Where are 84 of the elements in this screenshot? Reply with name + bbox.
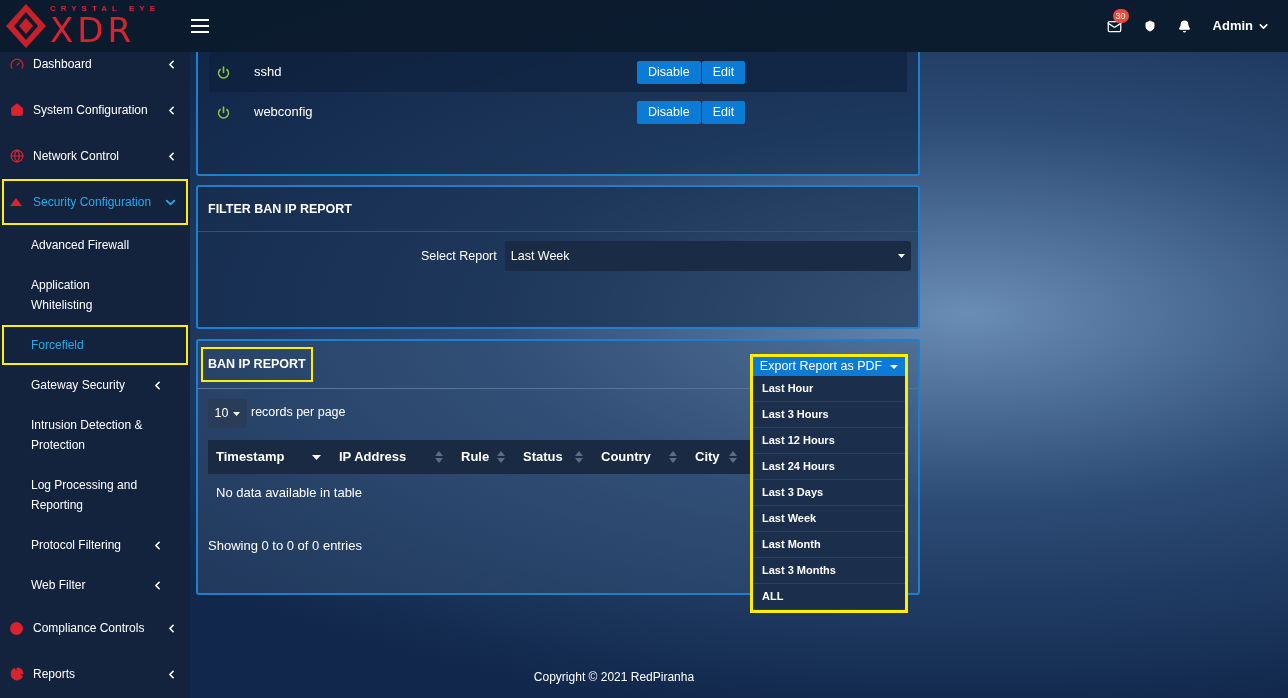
user-menu[interactable]: Admin: [1212, 16, 1270, 36]
service-name: webconfig: [254, 103, 314, 122]
dropdown-option[interactable]: Last 12 Hours: [753, 428, 905, 454]
notification-badge: 30: [1112, 8, 1129, 23]
sidebar-item[interactable]: Intrusion Detection & Protection: [2, 405, 188, 465]
sidebar-item[interactable]: Protocol Filtering: [2, 525, 188, 565]
sidebar-item[interactable]: Network Control: [2, 133, 188, 179]
mail-icon[interactable]: [1106, 18, 1122, 34]
column-header[interactable]: Country: [593, 447, 687, 467]
sidebar-item[interactable]: System Configuration: [2, 87, 188, 133]
triangle-icon: [10, 198, 22, 206]
power-icon[interactable]: [217, 65, 230, 79]
sidebar-label: Gateway Security: [31, 377, 127, 394]
service-name: sshd: [254, 63, 283, 82]
sidebar-label: Intrusion Detection & Protection: [31, 417, 144, 454]
home-icon: [10, 103, 24, 117]
column-header[interactable]: Timestamp: [208, 447, 331, 467]
dropdown-option[interactable]: Last 24 Hours: [753, 454, 905, 480]
export-button[interactable]: Export Report as PDF: [753, 357, 905, 376]
sidebar-label: Application Whitelisting: [31, 277, 94, 314]
sidebar-label: System Configuration: [33, 102, 149, 119]
sidebar-item[interactable]: Forcefield: [2, 325, 188, 365]
dropdown-option[interactable]: Last Hour: [753, 376, 905, 402]
service-button[interactable]: Disable: [637, 60, 701, 84]
gauge-icon: [10, 57, 24, 71]
sidebar-label: Network Control: [33, 148, 121, 165]
sidebar-item[interactable]: Gateway Security: [2, 365, 188, 405]
sidebar-label: Protocol Filtering: [31, 537, 123, 554]
sort-icon[interactable]: [497, 451, 505, 463]
logo-wordmark: XDR: [50, 13, 136, 47]
dropdown-option[interactable]: Last 3 Days: [753, 480, 905, 506]
sidebar-item[interactable]: Web Filter: [2, 565, 188, 605]
sidebar-item[interactable]: Log Processing and Reporting: [2, 465, 188, 525]
shield-icon[interactable]: [1143, 20, 1156, 32]
service-button[interactable]: Edit: [701, 60, 746, 84]
column-header[interactable]: City: [687, 447, 747, 467]
column-header[interactable]: IP Address: [331, 447, 453, 467]
caret-icon: [890, 364, 899, 369]
menu-icon[interactable]: [191, 19, 209, 33]
dropdown-option[interactable]: Last 3 Months: [753, 558, 905, 584]
card-title: BAN IP REPORT: [201, 347, 313, 382]
sort-desc-icon[interactable]: [312, 454, 321, 460]
power-icon[interactable]: [217, 105, 230, 119]
sidebar-label: Dashboard: [33, 56, 93, 73]
empty-message: No data available in table: [216, 484, 362, 502]
chart-icon: [10, 667, 24, 681]
sidebar-item[interactable]: Advanced Firewall: [2, 225, 188, 265]
globe-icon: [10, 149, 24, 163]
sidebar-label: Web Filter: [31, 577, 87, 594]
sidebar-label: Log Processing and Reporting: [31, 477, 139, 514]
sidebar-item[interactable]: Application Whitelisting: [2, 265, 188, 325]
sidebar-item[interactable]: Compliance Controls: [2, 605, 188, 651]
dropdown-option[interactable]: Last Month: [753, 532, 905, 558]
dropdown-option[interactable]: ALL: [753, 584, 905, 610]
sidebar-label: Forcefield: [31, 337, 85, 354]
field-label: Select Report: [421, 247, 497, 265]
sidebar-label: Compliance Controls: [33, 620, 146, 637]
sort-icon[interactable]: [729, 451, 737, 463]
sidebar-item[interactable]: Reports: [2, 651, 188, 697]
sidebar-label: Security Configuration: [33, 194, 153, 211]
sidebar-item[interactable]: Dashboard: [2, 52, 188, 76]
logo-diamond-icon: [6, 4, 46, 48]
service-button[interactable]: Disable: [637, 100, 701, 124]
notification-icon[interactable]: [1177, 19, 1191, 33]
sidebar-item[interactable]: Security Configuration: [2, 179, 188, 225]
column-header[interactable]: Status: [515, 447, 593, 467]
report-select[interactable]: Last Week: [504, 241, 911, 271]
column-header[interactable]: Rule: [453, 447, 515, 467]
dropdown-option[interactable]: Last Week: [753, 506, 905, 532]
table-info: Showing 0 to 0 of 0 entries: [208, 536, 362, 555]
caret-icon: [233, 411, 241, 416]
copyright: Copyright © 2021 RedPiranha: [532, 669, 696, 686]
sidebar-label: Advanced Firewall: [31, 237, 131, 254]
sort-icon[interactable]: [575, 451, 583, 463]
sidebar-label: Reports: [33, 666, 77, 683]
service-button[interactable]: Edit: [701, 100, 746, 124]
logo-tagline: CRYSTAL EYE: [50, 5, 160, 13]
page-size-select[interactable]: 10: [208, 399, 247, 428]
sort-icon[interactable]: [669, 451, 677, 463]
dropdown-option[interactable]: Last 3 Hours: [753, 402, 905, 428]
card-title: FILTER BAN IP REPORT: [208, 200, 352, 218]
page-size-label: records per page: [251, 404, 346, 422]
caret-icon: [897, 254, 905, 258]
sort-icon[interactable]: [435, 451, 443, 463]
